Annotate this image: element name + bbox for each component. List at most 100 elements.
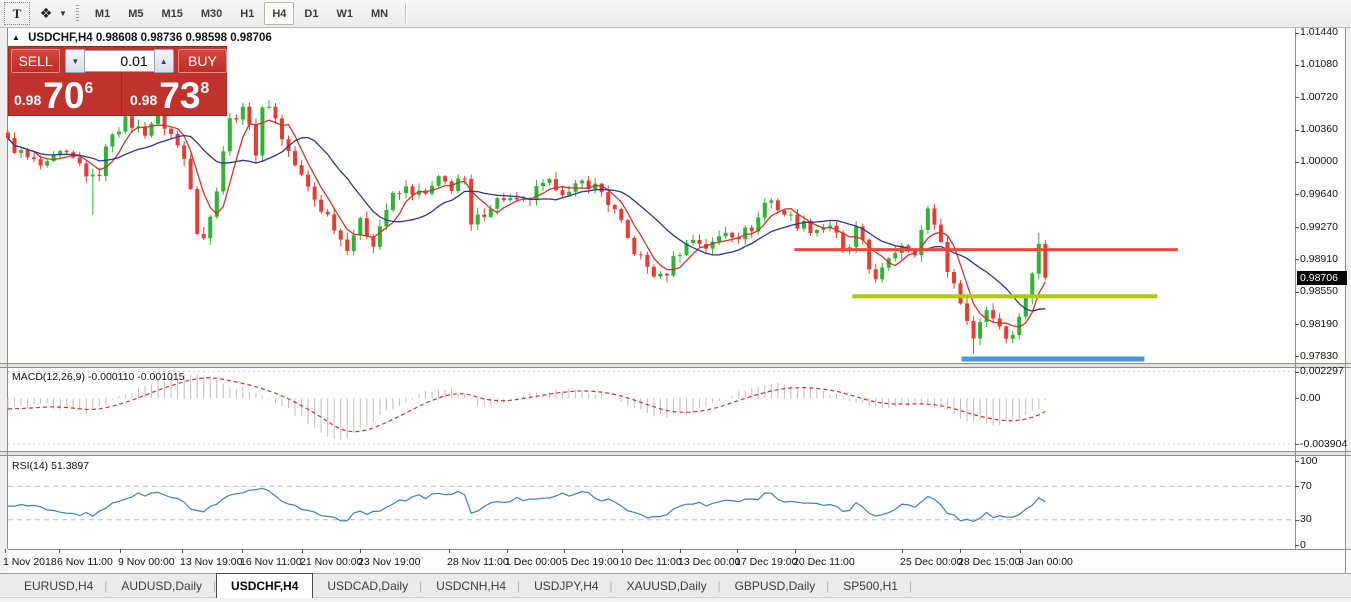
time-axis-tick xyxy=(59,549,60,553)
axis-tick xyxy=(1295,486,1299,487)
ohlc-close: 0.98706 xyxy=(230,32,272,44)
axis-tick xyxy=(1295,292,1299,293)
sell-price-button[interactable]: 0.98 70 6 xyxy=(14,73,114,115)
ohlc-open: 0.98608 xyxy=(96,32,138,44)
price-axis-label: 1.01440 xyxy=(1300,26,1338,38)
time-axis-label: 1 Dec 00:00 xyxy=(505,556,562,568)
rsi-axis-label: 70 xyxy=(1300,480,1312,492)
chart-tab-bar: EURUSD,H4|AUDUSD,Daily|USDCHF,H4USDCAD,D… xyxy=(0,573,1351,598)
collapse-panel-icon[interactable]: ▲ xyxy=(12,33,20,42)
axis-tick xyxy=(1295,520,1299,521)
axis-tick xyxy=(1295,259,1299,260)
price-axis-label: 0.99270 xyxy=(1300,221,1338,233)
time-axis-tick xyxy=(737,549,738,553)
buy-button[interactable]: BUY xyxy=(178,49,227,73)
axis-tick xyxy=(1295,444,1299,445)
chart-tab-eurusd-h4[interactable]: EURUSD,H4| xyxy=(10,574,107,598)
chart-title: ▲ USDCHF,H4 0.98608 0.98736 0.98598 0.98… xyxy=(12,32,272,44)
chart-tab-audusd-daily[interactable]: AUDUSD,Daily| xyxy=(107,574,216,598)
trade-panel-controls: SELL ▼ 0.01 ▲ BUY xyxy=(8,49,227,73)
axis-tick xyxy=(1295,545,1299,546)
chart-tab-sp500-h1[interactable]: SP500,H1| xyxy=(829,574,912,598)
price-axis-label: 1.00360 xyxy=(1300,123,1338,135)
time-axis-tick xyxy=(680,549,681,553)
price-axis-label: 0.98910 xyxy=(1300,253,1338,265)
axis-tick xyxy=(1295,162,1299,163)
volume-increase-button[interactable]: ▲ xyxy=(154,49,174,73)
axis-tick xyxy=(1295,356,1299,357)
sell-price-main: 70 xyxy=(43,77,84,115)
one-click-trading-panel: SELL ▼ 0.01 ▲ BUY 0.98 70 6 0.98 73 8 xyxy=(8,46,227,116)
axis-tick xyxy=(1295,227,1299,228)
time-axis-tick xyxy=(449,549,450,553)
chart-tab-usdchf-h4[interactable]: USDCHF,H4 xyxy=(216,573,313,598)
tab-bar-padding xyxy=(0,574,10,598)
axis-tick xyxy=(1295,372,1299,373)
axis-tick xyxy=(1295,194,1299,195)
axis-tick xyxy=(1295,461,1299,462)
sell-price-prefix: 0.98 xyxy=(14,92,41,108)
time-axis-label: 23 Nov 19:00 xyxy=(358,556,420,568)
time-axis-tick xyxy=(242,549,243,553)
time-axis-label: 17 Dec 19:00 xyxy=(735,556,797,568)
time-axis-tick xyxy=(960,549,961,553)
sell-button[interactable]: SELL xyxy=(11,49,60,73)
time-axis-label: 13 Dec 00:00 xyxy=(678,556,740,568)
time-axis-tick xyxy=(182,549,183,553)
time-axis-tick xyxy=(795,549,796,553)
time-axis-label: 28 Dec 15:00 xyxy=(958,556,1020,568)
time-axis-tick xyxy=(120,549,121,553)
current-price-tag: 0.98706 xyxy=(1297,271,1347,285)
volume-input[interactable]: 0.01 xyxy=(85,50,153,72)
status-strip xyxy=(0,597,1351,602)
buy-price-button[interactable]: 0.98 73 8 xyxy=(121,73,232,115)
chart-tab-usdcad-daily[interactable]: USDCAD,Daily| xyxy=(313,574,422,598)
macd-axis-label: 0.00 xyxy=(1300,392,1320,404)
axis-tick xyxy=(1295,324,1299,325)
rsi-axis-label: 100 xyxy=(1300,455,1318,467)
tab-separator: | xyxy=(909,579,912,593)
time-axis-tick xyxy=(302,549,303,553)
time-axis-tick xyxy=(622,549,623,553)
time-axis-label: 1 Nov 2018 xyxy=(3,556,57,568)
time-axis-tick xyxy=(507,549,508,553)
macd-axis-label: 0.002297 xyxy=(1300,365,1344,377)
time-axis-label: 3 Jan 00:00 xyxy=(1018,556,1073,568)
price-axis-label: 1.00000 xyxy=(1300,155,1338,167)
price-axis-label: 1.01080 xyxy=(1300,58,1338,70)
axis-tick xyxy=(1295,65,1299,66)
axis-tick xyxy=(1295,33,1299,34)
buy-price-pip: 8 xyxy=(200,80,209,98)
volume-decrease-button[interactable]: ▼ xyxy=(65,49,85,73)
chart-tab-usdcnh-h4[interactable]: USDCNH,H4| xyxy=(422,574,520,598)
time-axis-label: 20 Dec 11:00 xyxy=(793,556,855,568)
ohlc-low: 0.98598 xyxy=(185,32,227,44)
price-axis-label: 0.98190 xyxy=(1300,318,1338,330)
macd-axis-label: -0.003904 xyxy=(1300,438,1347,450)
time-axis-label: 6 Nov 11:00 xyxy=(57,556,113,568)
time-axis-label: 21 Nov 00:00 xyxy=(300,556,362,568)
time-axis-tick xyxy=(902,549,903,553)
mt4-window: T ❖ ▼ M1M5M15M30H1H4D1W1MN ▲ USDCHF,H4 0… xyxy=(0,0,1351,602)
time-axis-tick xyxy=(5,549,6,553)
time-axis-tick xyxy=(360,549,361,553)
rsi-axis-label: 0 xyxy=(1300,539,1306,551)
time-axis-label: 28 Nov 11:00 xyxy=(447,556,509,568)
time-axis-label: 13 Nov 19:00 xyxy=(180,556,242,568)
time-axis-label: 16 Nov 11:00 xyxy=(240,556,302,568)
macd-label: MACD(12,26,9) -0.000110 -0.001015 xyxy=(12,371,185,383)
rsi-label: RSI(14) 51.3897 xyxy=(12,460,89,472)
buy-price-main: 73 xyxy=(159,77,200,115)
ohlc-high: 0.98736 xyxy=(141,32,183,44)
price-axis-label: 0.97830 xyxy=(1300,350,1338,362)
chart-tab-xauusd-daily[interactable]: XAUUSD,Daily| xyxy=(613,574,721,598)
chart-tab-gbpusd-daily[interactable]: GBPUSD,Daily| xyxy=(721,574,830,598)
price-axis-label: 0.99640 xyxy=(1300,188,1338,200)
price-axis-label: 1.00720 xyxy=(1300,91,1338,103)
chart-tab-usdjpy-h4[interactable]: USDJPY,H4| xyxy=(520,574,612,598)
price-axis-label: 0.98550 xyxy=(1300,285,1338,297)
time-axis-label: 5 Dec 19:00 xyxy=(562,556,619,568)
axis-tick xyxy=(1295,130,1299,131)
time-axis-tick xyxy=(1020,549,1021,553)
buy-price-prefix: 0.98 xyxy=(130,92,157,108)
